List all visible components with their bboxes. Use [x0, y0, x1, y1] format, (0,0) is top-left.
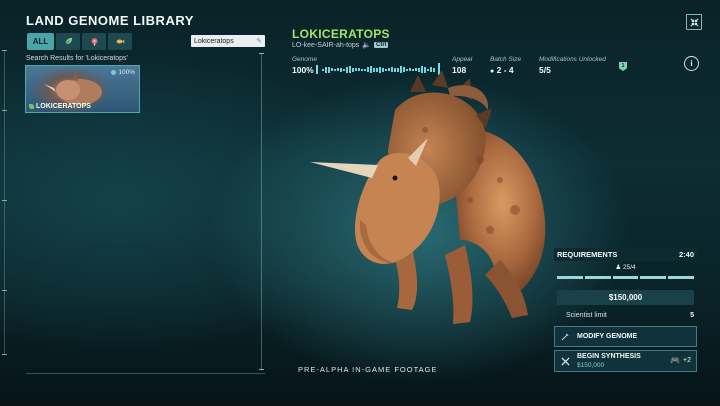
fish-icon — [116, 39, 125, 44]
requirement-cost: $150,000 — [557, 290, 694, 305]
stat-label: Modifications Unlocked — [539, 56, 606, 63]
requirement-progress-bar — [557, 276, 694, 279]
stat-label: Batch Size — [490, 56, 522, 63]
filter-tab-herbivore[interactable] — [56, 33, 80, 50]
filter-tab-all[interactable]: ALL — [27, 33, 54, 50]
results-scrollbar[interactable] — [261, 53, 262, 370]
divider — [26, 373, 265, 374]
library-title: LAND GENOME LIBRARY — [26, 13, 194, 28]
synthesis-time: 2:40 — [678, 250, 694, 259]
leaf-icon — [65, 37, 72, 45]
requirements-panel: REQUIREMENTS 2:40 ♟ 25/4 $150,000 Scient… — [554, 248, 697, 373]
synthesis-extra-value: +2 — [683, 357, 691, 364]
result-card-lokiceratops[interactable]: 100% LOKICERATOPS — [25, 65, 140, 113]
scroll-cap-bottom — [259, 369, 264, 370]
dinosaur-model — [310, 70, 546, 324]
synthesis-cost: $150,000 — [577, 362, 605, 369]
search-input[interactable] — [194, 37, 250, 45]
search-field[interactable]: ✎ — [191, 35, 265, 47]
phonetic-text: LO-kee-SAIR-ah-tops — [292, 41, 360, 49]
search-clear-icon[interactable]: ✎ — [256, 37, 262, 45]
footage-disclaimer: PRE-ALPHA IN-GAME FOOTAGE — [298, 365, 438, 374]
meat-icon — [91, 38, 97, 46]
result-percent: 100% — [111, 69, 135, 76]
scientist-count: ♟ 25/4 — [615, 264, 636, 271]
modify-genome-label: MODIFY GENOME — [577, 333, 638, 340]
results-label: Search Results for 'Lokiceratops' — [26, 55, 128, 62]
scientist-icon: ♟ — [615, 264, 622, 271]
scroll-cap-top — [259, 53, 264, 54]
begin-synthesis-label: BEGIN SYNTHESIS — [577, 353, 641, 360]
info-icon: i — [690, 59, 693, 68]
requirements-header: REQUIREMENTS 2:40 — [554, 248, 697, 261]
ctrl-key-badge: Ctrl — [374, 42, 389, 48]
result-name: LOKICERATOPS — [29, 103, 91, 110]
scientist-limit-row: Scientist limit 5 — [566, 312, 694, 319]
scientist-limit-label: Scientist limit — [566, 312, 607, 319]
gamepad-icon: 🎮 — [670, 356, 681, 365]
stat-label: Appeal — [452, 56, 473, 63]
species-name: LOKICERATOPS — [292, 27, 390, 41]
scientist-limit-value: 5 — [690, 312, 694, 319]
speaker-icon[interactable]: 🔈 — [362, 41, 371, 49]
synthesis-extra: 🎮 +2 — [670, 356, 691, 365]
species-phonetic: LO-kee-SAIR-ah-tops 🔈 Ctrl — [292, 41, 389, 49]
filter-tabs: ALL — [27, 33, 132, 50]
stat-label: Genome — [292, 56, 317, 63]
filter-tab-carnivore[interactable] — [82, 33, 106, 50]
filter-tab-piscivore[interactable] — [108, 33, 132, 50]
collapse-icon — [690, 18, 698, 26]
genome-dot-icon — [111, 69, 117, 75]
tools-icon — [560, 356, 570, 366]
requirements-title: REQUIREMENTS — [557, 250, 618, 259]
modification-badge-icon: 1 — [619, 62, 627, 71]
leaf-icon — [29, 103, 34, 109]
syringe-icon — [560, 332, 570, 342]
info-button[interactable]: i — [684, 56, 699, 71]
begin-synthesis-button[interactable]: BEGIN SYNTHESIS $150,000 🎮 +2 — [554, 350, 697, 372]
left-scale-marks — [2, 50, 9, 355]
fullscreen-toggle-button[interactable] — [686, 14, 702, 30]
modify-genome-button[interactable]: MODIFY GENOME — [554, 326, 697, 347]
